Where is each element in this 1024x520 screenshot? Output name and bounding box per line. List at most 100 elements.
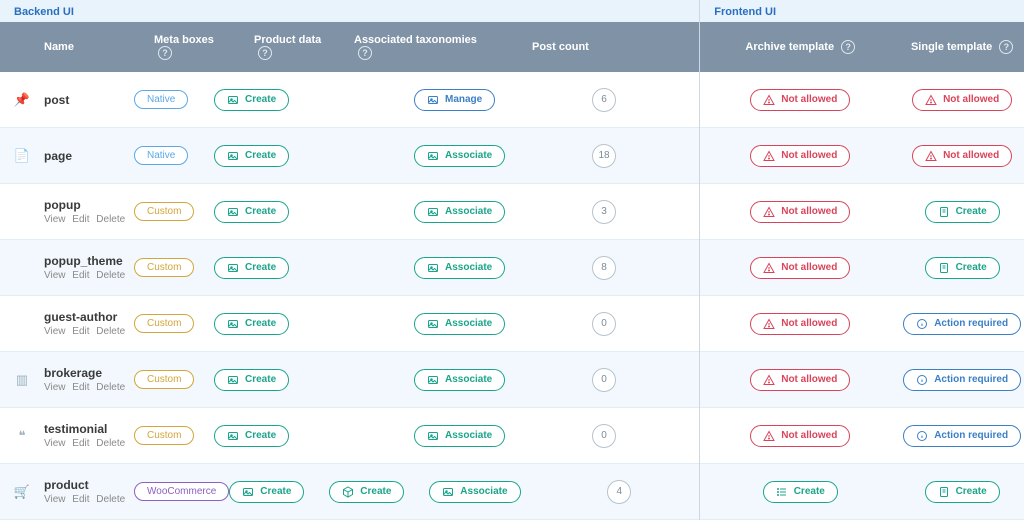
row-type-icon: 📌 [14,92,30,108]
frontend-header-row: Archive template ? Single template ? [700,22,1024,72]
help-icon[interactable]: ? [841,40,855,54]
table-row: 🛒 product View Edit Delete WooCommerce C… [0,464,699,520]
edit-link[interactable]: Edit [72,270,89,281]
view-link[interactable]: View [44,494,66,505]
create-metabox-button[interactable]: Create [214,425,289,447]
table-row: Not allowed Create [700,240,1024,296]
create-template-button[interactable]: Create [925,201,1000,223]
delete-link[interactable]: Delete [96,382,125,393]
type-badge-custom: Custom [134,370,194,389]
associate-taxonomy-button[interactable]: Associate [414,257,505,279]
type-badge-custom: Custom [134,314,194,333]
table-row: Not allowed Action required [700,352,1024,408]
create-archive-button[interactable]: Create [763,481,838,503]
action-required-button[interactable]: Action required [903,425,1021,447]
create-template-button[interactable]: Create [925,481,1000,503]
delete-link[interactable]: Delete [96,270,125,281]
delete-link[interactable]: Delete [96,326,125,337]
header-name: Name [44,41,154,53]
associate-taxonomy-button[interactable]: Associate [414,145,505,167]
table-row: popup View Edit Delete Custom Create Ass… [0,184,699,240]
edit-link[interactable]: Edit [72,494,89,505]
post-count[interactable]: 0 [592,312,616,336]
header-post-count: Post count [514,41,624,53]
post-count[interactable]: 3 [592,200,616,224]
associate-taxonomy-button[interactable]: Associate [414,369,505,391]
create-metabox-button[interactable]: Create [214,201,289,223]
view-link[interactable]: View [44,214,66,225]
type-badge-native: Native [134,146,188,165]
not-allowed-button[interactable]: Not allowed [912,145,1012,167]
view-link[interactable]: View [44,382,66,393]
view-link[interactable]: View [44,270,66,281]
not-allowed-button[interactable]: Not allowed [750,257,850,279]
header-archive: Archive template ? [700,40,900,54]
table-row: Not allowed Not allowed [700,128,1024,184]
delete-link[interactable]: Delete [96,494,125,505]
type-badge-woo: WooCommerce [134,482,229,501]
help-icon[interactable]: ? [999,40,1013,54]
type-badge-custom: Custom [134,258,194,277]
table-row: Not allowed Action required [700,408,1024,464]
not-allowed-button[interactable]: Not allowed [750,89,850,111]
backend-section-title: Backend UI [0,0,699,22]
help-icon[interactable]: ? [358,46,372,60]
create-metabox-button[interactable]: Create [214,257,289,279]
not-allowed-button[interactable]: Not allowed [750,369,850,391]
type-badge-custom: Custom [134,202,194,221]
table-row: ▥ brokerage View Edit Delete Custom Crea… [0,352,699,408]
not-allowed-button[interactable]: Not allowed [912,89,1012,111]
action-required-button[interactable]: Action required [903,369,1021,391]
delete-link[interactable]: Delete [96,214,125,225]
row-type-icon: ▥ [16,372,28,388]
delete-link[interactable]: Delete [96,438,125,449]
table-row: 📌 post Native Create Manage 6 [0,72,699,128]
edit-link[interactable]: Edit [72,214,89,225]
create-metabox-button[interactable]: Create [214,313,289,335]
not-allowed-button[interactable]: Not allowed [750,425,850,447]
associate-taxonomy-button[interactable]: Associate [429,481,520,503]
row-type-icon: 🛒 [14,484,30,500]
header-meta: Meta boxes? [154,34,254,60]
view-link[interactable]: View [44,438,66,449]
manage-taxonomy-button[interactable]: Manage [414,89,495,111]
post-count[interactable]: 0 [592,424,616,448]
table-row: 📄 page Native Create Associate 18 [0,128,699,184]
not-allowed-button[interactable]: Not allowed [750,313,850,335]
edit-link[interactable]: Edit [72,326,89,337]
create-metabox-button[interactable]: Create [214,89,289,111]
action-required-button[interactable]: Action required [903,313,1021,335]
create-template-button[interactable]: Create [925,257,1000,279]
not-allowed-button[interactable]: Not allowed [750,201,850,223]
table-row: popup_theme View Edit Delete Custom Crea… [0,240,699,296]
post-count[interactable]: 0 [592,368,616,392]
post-count[interactable]: 8 [592,256,616,280]
row-type-icon: 📄 [14,148,30,164]
help-icon[interactable]: ? [258,46,272,60]
post-count[interactable]: 4 [607,480,631,504]
table-row: Not allowed Action required [700,296,1024,352]
table-row: Create Create [700,464,1024,520]
table-row: guest-author View Edit Delete Custom Cre… [0,296,699,352]
create-metabox-button[interactable]: Create [229,481,304,503]
create-metabox-button[interactable]: Create [214,369,289,391]
associate-taxonomy-button[interactable]: Associate [414,313,505,335]
associate-taxonomy-button[interactable]: Associate [414,425,505,447]
backend-header-row: Name Meta boxes? Product data? Associate… [0,22,699,72]
table-row: ❝ testimonial View Edit Delete Custom Cr… [0,408,699,464]
create-product-data-button[interactable]: Create [329,481,404,503]
help-icon[interactable]: ? [158,46,172,60]
not-allowed-button[interactable]: Not allowed [750,145,850,167]
header-product-data: Product data? [254,34,354,60]
view-link[interactable]: View [44,326,66,337]
post-count[interactable]: 6 [592,88,616,112]
edit-link[interactable]: Edit [72,438,89,449]
row-type-icon: ❝ [19,428,26,444]
edit-link[interactable]: Edit [72,382,89,393]
type-badge-custom: Custom [134,426,194,445]
header-single: Single template ? [900,40,1024,54]
create-metabox-button[interactable]: Create [214,145,289,167]
associate-taxonomy-button[interactable]: Associate [414,201,505,223]
table-row: Not allowed Not allowed [700,72,1024,128]
post-count[interactable]: 18 [592,144,616,168]
